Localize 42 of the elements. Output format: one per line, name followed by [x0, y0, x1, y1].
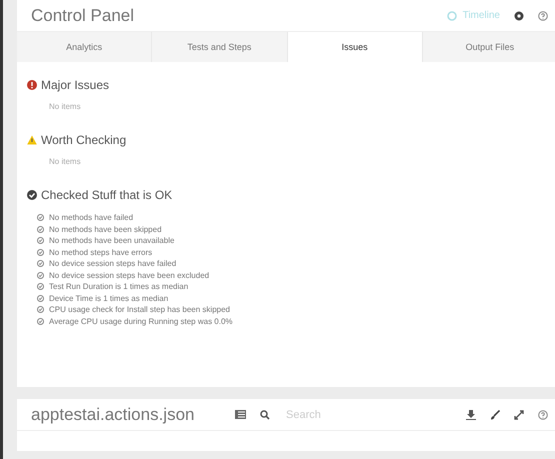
check-circle-icon [37, 214, 44, 222]
check-circle-icon [37, 294, 44, 302]
check-item: Test Run Duration is 1 times as median [49, 281, 188, 292]
check-item: No method steps have errors [49, 246, 152, 258]
help-icon[interactable] [538, 10, 548, 20]
tab[interactable]: Issues [288, 32, 423, 62]
check-circle-icon [37, 226, 44, 233]
check-item: No methods have failed [49, 212, 134, 224]
panel-title: Control Panel [31, 6, 136, 26]
warning-icon [27, 135, 37, 145]
check-circle-icon [27, 190, 37, 200]
check-circle-icon [37, 306, 44, 314]
help-icon[interactable] [538, 410, 548, 420]
check-circle-icon [37, 260, 44, 268]
check-circle-icon [37, 237, 44, 244]
check-item: Average CPU usage during Running step was 0.0% [49, 316, 233, 327]
empty-text: No items [49, 102, 82, 111]
download-icon[interactable] [466, 410, 476, 420]
tab[interactable]: Tests and Steps [152, 32, 288, 62]
check-item: CPU usage check for Install step has been skipped [49, 304, 230, 316]
empty-text: No items [49, 157, 82, 166]
check-item: Device Time is 1 times as median [49, 292, 168, 304]
check-item: No device session steps have failed [49, 258, 176, 270]
check-item: No device session steps have been excluded [49, 270, 210, 281]
check-item: No methods have been unavailable [49, 235, 174, 246]
settings-icon[interactable] [514, 10, 524, 20]
section-title: Worth Checking [41, 133, 126, 147]
check-item: No methods have been skipped [49, 224, 162, 235]
tab[interactable]: Output Files [422, 32, 555, 62]
file-title: apptestai.actions.json [31, 404, 196, 424]
expand-icon[interactable] [514, 410, 524, 420]
search-icon [260, 410, 270, 420]
section-title: Major Issues [41, 78, 110, 92]
check-circle-icon [37, 318, 44, 325]
list-icon[interactable] [235, 410, 246, 419]
tab[interactable]: Analytics [17, 32, 152, 62]
section-title: Checked Stuff that is OK [41, 188, 172, 202]
error-icon [27, 80, 37, 90]
check-circle-icon [37, 248, 44, 256]
check-circle-icon [37, 283, 44, 290]
check-circle-icon [37, 272, 44, 279]
brush-icon[interactable] [490, 410, 500, 420]
